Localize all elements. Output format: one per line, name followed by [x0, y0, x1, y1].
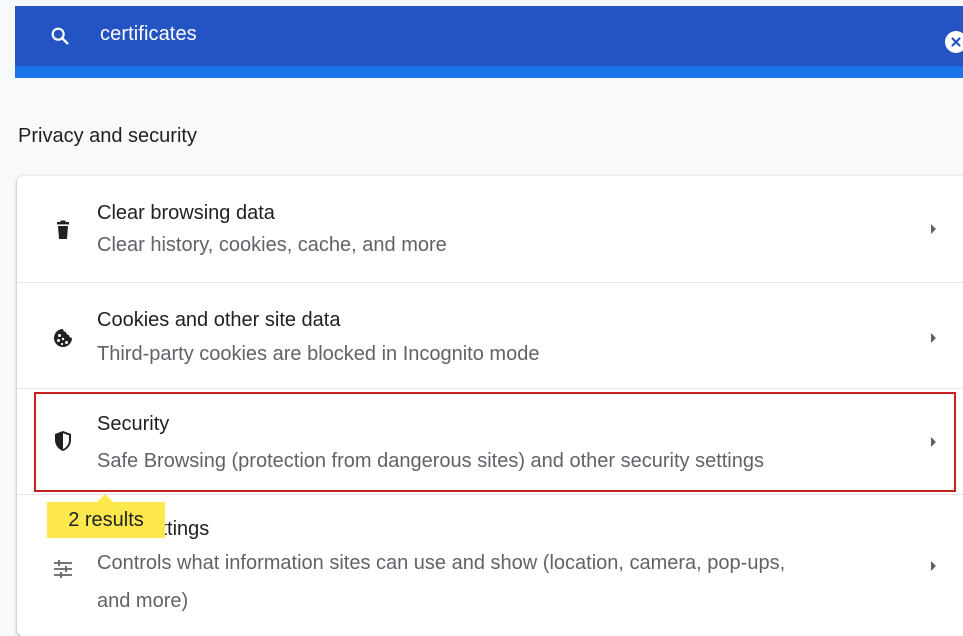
results-bubble-tip [97, 494, 113, 502]
search-bar[interactable]: certificates [15, 6, 963, 66]
row-title: Cookies and other site data [97, 309, 341, 331]
row-title: Clear browsing data [97, 202, 275, 224]
sliders-icon [51, 557, 75, 581]
row-subtitle-continued: and more) [97, 590, 189, 612]
chevron-right-icon [931, 561, 936, 571]
chevron-right-icon [931, 224, 936, 234]
row-subtitle: Clear history, cookies, cache, and more [97, 234, 447, 256]
search-icon [49, 25, 71, 47]
cookies-row[interactable]: Cookies and other site data Third-party … [17, 282, 963, 389]
trash-icon [51, 218, 75, 242]
clear-browsing-data-row[interactable]: Clear browsing data Clear history, cooki… [17, 178, 963, 282]
row-subtitle: Third-party cookies are blocked in Incog… [97, 343, 540, 365]
row-subtitle: Controls what information sites can use … [97, 552, 786, 574]
search-highlight-box [34, 392, 956, 492]
results-badge: 2 results [47, 502, 165, 538]
close-icon[interactable] [945, 31, 963, 53]
chevron-right-icon [931, 333, 936, 343]
search-input[interactable]: certificates [100, 23, 197, 46]
cookie-icon [51, 326, 75, 350]
section-title: Privacy and security [18, 125, 197, 147]
